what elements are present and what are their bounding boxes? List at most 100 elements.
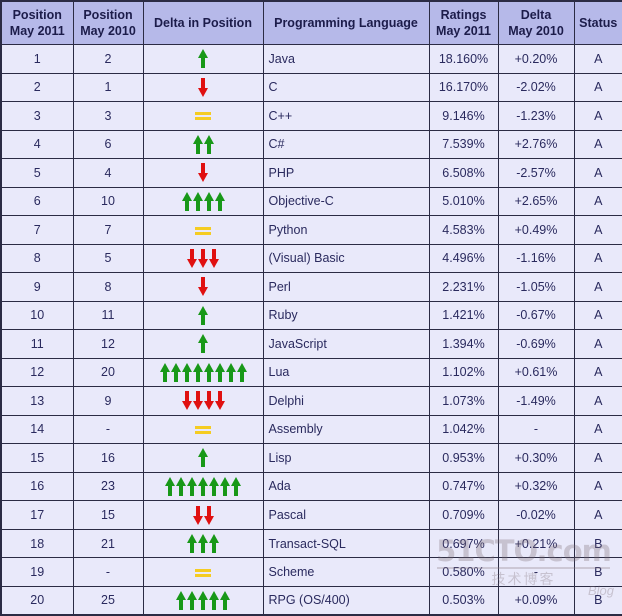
cell-position-2010: 5 <box>72 243 144 274</box>
cell-delta-rating: +0.32% <box>497 471 575 502</box>
cell-status: A <box>573 243 622 274</box>
cell-programming-language: Ruby <box>262 300 430 331</box>
arrow-up-group-icon <box>192 134 214 154</box>
arrow-up-icon <box>198 476 208 496</box>
cell-delta-rating: -1.23% <box>497 101 575 131</box>
arrow-down-icon <box>198 77 208 97</box>
arrow-down-group-icon <box>198 277 209 297</box>
cell-status: A <box>573 72 622 103</box>
cell-delta-rating: +0.49% <box>497 215 575 245</box>
cell-status: A <box>573 471 622 502</box>
table-row: 12 20 Lua 1.102% +0.61% A <box>0 357 622 388</box>
column-header-lang: Programming Language <box>262 0 430 45</box>
arrow-down-icon <box>203 391 214 411</box>
cell-programming-language: Java <box>262 44 430 74</box>
arrow-up-icon <box>198 305 208 325</box>
table-row: 13 9 Delphi 1.073% -1.49% A <box>0 386 622 416</box>
equal-icon <box>195 567 211 579</box>
arrow-up-icon <box>220 590 230 610</box>
cell-position-2010: 11 <box>72 300 144 331</box>
table-row: 15 16 Lisp 0.953% +0.30% A <box>0 443 622 473</box>
cell-rating: 0.580% <box>428 557 499 587</box>
equal-icon-glyph <box>195 567 211 579</box>
column-header-pos2011: Position May 2011 <box>0 0 74 45</box>
arrow-down-icon <box>198 248 208 268</box>
cell-status: A <box>573 44 622 74</box>
cell-delta-position <box>142 186 264 217</box>
arrow-up-icon <box>187 590 197 610</box>
arrow-up-group-icon <box>176 590 231 610</box>
column-header-line1: Position <box>12 8 62 22</box>
cell-position-2010: 4 <box>72 158 144 188</box>
cell-programming-language: Delphi <box>262 386 430 416</box>
cell-rating: 0.697% <box>428 528 499 559</box>
cell-rating: 7.539% <box>428 129 499 160</box>
arrow-up-icon <box>198 590 208 610</box>
cell-position-2010: 7 <box>72 215 144 245</box>
cell-delta-rating: +0.09% <box>497 585 575 616</box>
cell-rating: 18.160% <box>428 44 499 74</box>
cell-status: A <box>573 329 622 359</box>
cell-position-2011: 17 <box>0 500 74 530</box>
table-body: 1 2 Java 18.160% +0.20% A 2 1 C 16.170% -2.02% A 3 3 C… <box>0 44 622 616</box>
cell-status: B <box>573 585 622 616</box>
cell-position-2010: 1 <box>72 72 144 103</box>
column-header-line1: Delta in Position <box>154 16 252 30</box>
cell-position-2011: 1 <box>0 44 74 74</box>
arrow-up-group-icon <box>181 191 225 211</box>
arrow-up-icon <box>192 134 203 154</box>
cell-delta-position <box>142 101 264 131</box>
table-row: 4 6 C# 7.539% +2.76% A <box>0 129 622 160</box>
table-row: 20 25 RPG (OS/400) 0.503% +0.09% B <box>0 585 622 616</box>
cell-programming-language: Assembly <box>262 414 430 445</box>
equal-icon-glyph <box>195 424 211 436</box>
cell-status: B <box>573 557 622 587</box>
cell-rating: 0.747% <box>428 471 499 502</box>
arrow-up-icon <box>181 362 192 382</box>
cell-rating: 2.231% <box>428 272 499 302</box>
cell-programming-language: C# <box>262 129 430 160</box>
cell-programming-language: RPG (OS/400) <box>262 585 430 616</box>
cell-position-2011: 15 <box>0 443 74 473</box>
arrow-up-icon <box>220 476 230 496</box>
cell-position-2011: 16 <box>0 471 74 502</box>
table-row: 11 12 JavaScript 1.394% -0.69% A <box>0 329 622 359</box>
cell-rating: 1.394% <box>428 329 499 359</box>
table-row: 16 23 Ada 0.747% +0.32% A <box>0 471 622 502</box>
table-row: 19- Scheme 0.580% - B <box>0 557 622 587</box>
table-row: 3 3 C++ 9.146% -1.23% A <box>0 101 622 131</box>
cell-delta-position <box>142 414 264 445</box>
cell-delta-position <box>142 44 264 74</box>
cell-status: A <box>573 272 622 302</box>
equal-icon-glyph <box>195 110 211 122</box>
cell-rating: 0.503% <box>428 585 499 616</box>
arrow-up-icon <box>209 476 219 496</box>
cell-status: B <box>573 528 622 559</box>
cell-status: A <box>573 386 622 416</box>
table-header: Position May 2011 Position May 2010 Delta in… <box>0 0 622 45</box>
cell-position-2010: 10 <box>72 186 144 217</box>
cell-delta-position <box>142 585 264 616</box>
cell-programming-language: Lua <box>262 357 430 388</box>
column-header-line1: Position <box>83 8 133 22</box>
arrow-down-group-icon <box>187 248 220 268</box>
cell-position-2011: 8 <box>0 243 74 274</box>
arrow-up-group-icon <box>159 362 247 382</box>
cell-programming-language: JavaScript <box>262 329 430 359</box>
arrow-up-icon <box>165 476 175 496</box>
cell-status: A <box>573 215 622 245</box>
cell-position-2010: - <box>72 557 144 587</box>
table-row: 17 15 Pascal 0.709% -0.02% A <box>0 500 622 530</box>
cell-delta-position <box>142 500 264 530</box>
cell-rating: 1.421% <box>428 300 499 331</box>
tiobe-index-table-container: Position May 2011 Position May 2010 Delta in… <box>0 0 622 616</box>
cell-delta-rating: -0.02% <box>497 500 575 530</box>
table-row: 2 1 C 16.170% -2.02% A <box>0 72 622 103</box>
table-row: 8 5 (Visual) Basic 4.496% -1.16% A <box>0 243 622 274</box>
cell-rating: 16.170% <box>428 72 499 103</box>
cell-position-2010: 9 <box>72 386 144 416</box>
cell-position-2010: 6 <box>72 129 144 160</box>
tiobe-ranking-table: Position May 2011 Position May 2010 Delta in… <box>0 0 622 616</box>
cell-delta-position <box>142 72 264 103</box>
cell-delta-rating: -2.02% <box>497 72 575 103</box>
